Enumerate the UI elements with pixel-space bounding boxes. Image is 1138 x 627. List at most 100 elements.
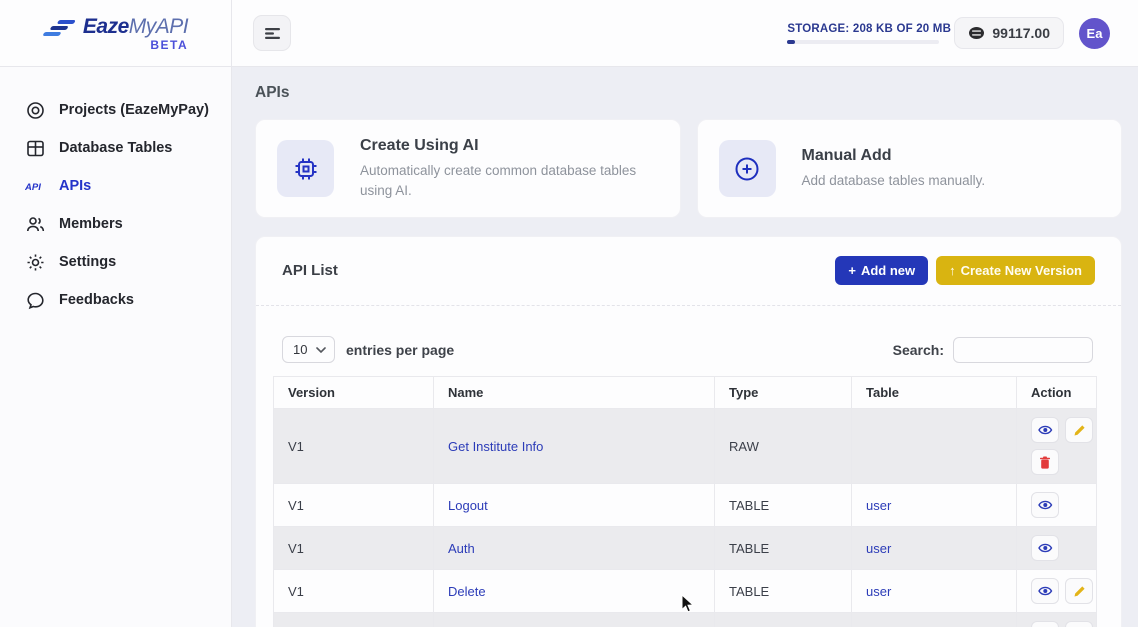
manual-add-card[interactable]: Manual Add Add database tables manually. xyxy=(697,119,1123,218)
table-grid-icon xyxy=(25,139,45,158)
eye-icon xyxy=(1038,542,1053,554)
entries-per-page-select[interactable]: 10 xyxy=(282,336,335,363)
brand-area: EazeMyAPI BETA xyxy=(0,0,232,67)
column-header-type[interactable]: Type xyxy=(715,377,852,409)
view-action-button[interactable] xyxy=(1031,417,1059,443)
cell-actions xyxy=(1017,409,1097,484)
sidebar-item-feedbacks[interactable]: Feedbacks xyxy=(0,281,231,319)
api-name-link[interactable]: Delete xyxy=(448,584,486,599)
app-window: EazeMyAPI BETA STORAGE: 208 KB OF 20 MB xyxy=(0,0,1138,627)
cell-type: TABLE xyxy=(715,570,852,613)
card-description: Automatically create common database tab… xyxy=(360,161,659,200)
sidebar-item-database-tables[interactable]: Database Tables xyxy=(0,129,231,167)
chat-bubble-icon xyxy=(25,291,45,310)
table-header-row: Version Name Type Table Action xyxy=(274,377,1097,409)
cell-version: V1 xyxy=(274,527,434,570)
coin-icon xyxy=(968,26,985,40)
cell-version: V1 xyxy=(274,570,434,613)
api-table-body: V1 Get Institute Info RAW V1 Logout TABL… xyxy=(274,409,1097,627)
cell-version: V1 xyxy=(274,409,434,484)
cell-table xyxy=(852,409,1017,484)
sidebar-item-projects[interactable]: Projects (EazeMyPay) xyxy=(0,91,231,129)
api-name-link[interactable]: Get Institute Info xyxy=(448,439,543,454)
eye-icon xyxy=(1038,424,1053,436)
sidebar-item-settings[interactable]: Settings xyxy=(0,243,231,281)
sidebar-item-apis[interactable]: API APIs xyxy=(0,167,231,205)
cell-type: TABLE xyxy=(715,613,852,627)
avatar[interactable]: Ea xyxy=(1079,18,1110,49)
api-badge-icon: API xyxy=(25,179,45,193)
logo[interactable]: EazeMyAPI BETA xyxy=(43,16,188,51)
card-title: Create Using AI xyxy=(360,137,659,155)
column-header-version[interactable]: Version xyxy=(274,377,434,409)
api-list-panel: API List + Add new ↑ Create New Version … xyxy=(255,236,1122,627)
sidebar-toggle-button[interactable] xyxy=(253,15,291,51)
column-header-table[interactable]: Table xyxy=(852,377,1017,409)
plus-icon: + xyxy=(848,263,856,278)
cell-name: Get Institute Info xyxy=(434,409,715,484)
view-action-button[interactable] xyxy=(1031,492,1059,518)
brand-name: EazeMyAPI xyxy=(83,16,188,37)
search-input[interactable] xyxy=(953,337,1093,363)
table-name-link[interactable]: user xyxy=(866,498,891,513)
cell-name: Show xyxy=(434,613,715,627)
target-icon xyxy=(25,101,45,120)
table-row: V1 Logout TABLE user xyxy=(274,484,1097,527)
cell-version: V1 xyxy=(274,613,434,627)
cell-type: TABLE xyxy=(715,527,852,570)
edit-action-button[interactable] xyxy=(1065,578,1093,604)
table-row: V1 Auth TABLE user xyxy=(274,527,1097,570)
cell-name: Auth xyxy=(434,527,715,570)
cell-table: user xyxy=(852,570,1017,613)
cell-table: user xyxy=(852,484,1017,527)
api-name-link[interactable]: Logout xyxy=(448,498,488,513)
balance-value: 99117.00 xyxy=(992,25,1050,41)
plus-circle-icon xyxy=(719,140,776,197)
cell-name: Delete xyxy=(434,570,715,613)
beta-badge: BETA xyxy=(150,39,188,51)
cell-type: RAW xyxy=(715,409,852,484)
add-new-button[interactable]: + Add new xyxy=(835,256,928,285)
storage-progress-bar xyxy=(787,40,939,44)
menu-icon xyxy=(264,27,281,40)
view-action-button[interactable] xyxy=(1031,535,1059,561)
main-content: APIs Create Using AI Automatically creat… xyxy=(232,67,1138,627)
table-row: V1 Get Institute Info RAW xyxy=(274,409,1097,484)
cell-table: user xyxy=(852,613,1017,627)
delete-action-button[interactable] xyxy=(1031,449,1059,475)
view-action-button[interactable] xyxy=(1031,578,1059,604)
pencil-icon xyxy=(1073,585,1086,598)
eye-icon xyxy=(1038,585,1053,597)
create-new-version-button[interactable]: ↑ Create New Version xyxy=(936,256,1095,285)
search-label: Search: xyxy=(893,342,944,358)
chip-icon xyxy=(277,140,334,197)
members-icon xyxy=(25,215,45,234)
trash-icon xyxy=(1039,456,1051,469)
create-using-ai-card[interactable]: Create Using AI Automatically create com… xyxy=(255,119,681,218)
cell-version: V1 xyxy=(274,484,434,527)
table-row: V1 Show TABLE user xyxy=(274,613,1097,627)
sidebar: Projects (EazeMyPay) Database Tables API… xyxy=(0,67,232,627)
cell-actions xyxy=(1017,484,1097,527)
storage-label: STORAGE: 208 KB OF 20 MB xyxy=(787,23,939,35)
sidebar-item-members[interactable]: Members xyxy=(0,205,231,243)
entries-per-page-label: entries per page xyxy=(346,342,454,358)
svg-text:API: API xyxy=(25,182,41,193)
column-header-action[interactable]: Action xyxy=(1017,377,1097,409)
cell-actions xyxy=(1017,527,1097,570)
edit-action-button[interactable] xyxy=(1065,621,1093,627)
table-name-link[interactable]: user xyxy=(866,584,891,599)
card-title: Manual Add xyxy=(802,147,986,165)
pencil-icon xyxy=(1073,424,1086,437)
view-action-button[interactable] xyxy=(1031,621,1059,627)
cell-name: Logout xyxy=(434,484,715,527)
chevron-down-icon xyxy=(316,347,326,353)
column-header-name[interactable]: Name xyxy=(434,377,715,409)
table-name-link[interactable]: user xyxy=(866,541,891,556)
arrow-up-icon: ↑ xyxy=(949,263,956,278)
cell-table: user xyxy=(852,527,1017,570)
edit-action-button[interactable] xyxy=(1065,417,1093,443)
api-name-link[interactable]: Auth xyxy=(448,541,475,556)
cell-actions xyxy=(1017,570,1097,613)
balance-button[interactable]: 99117.00 xyxy=(954,17,1064,49)
